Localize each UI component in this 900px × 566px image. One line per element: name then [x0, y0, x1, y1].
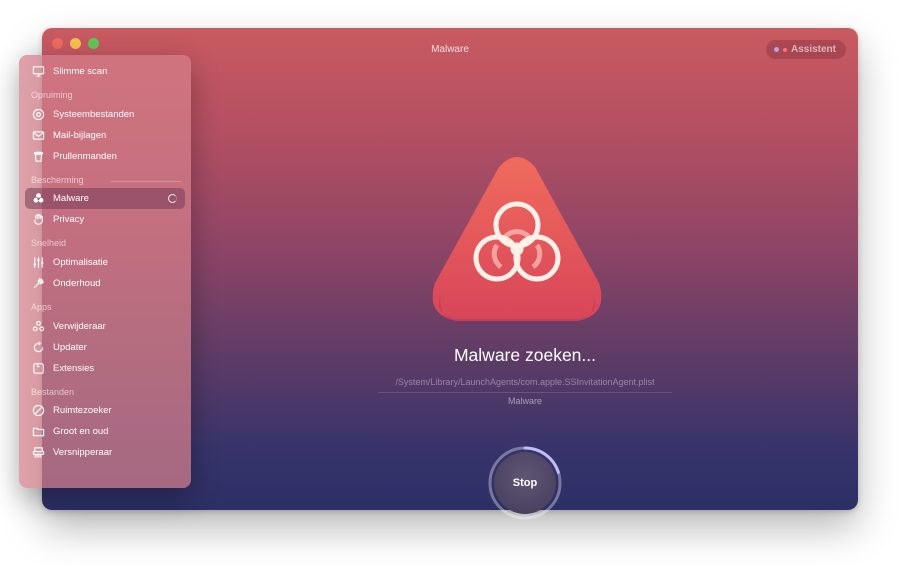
sidebar-item-label: Prullenmanden — [53, 151, 117, 162]
updater-icon — [31, 341, 45, 355]
stop-button[interactable]: Stop — [494, 452, 556, 514]
scan-progress-spinner-icon — [168, 194, 177, 203]
sidebar-item-mail-attachments[interactable]: Mail-bijlagen — [25, 125, 185, 146]
assistant-button[interactable]: Assistent — [765, 40, 846, 59]
window-title: Malware — [431, 44, 469, 55]
sidebar-item-space-lens[interactable]: Ruimtezoeker — [25, 400, 185, 421]
shredder-icon — [31, 446, 45, 460]
sidebar-item-label: Onderhoud — [53, 278, 101, 289]
sidebar-section-title: Snelheid — [31, 238, 67, 248]
sidebar-item-large-old-files[interactable]: Groot en oud — [25, 421, 185, 442]
sidebar-item-label: Systeembestanden — [53, 109, 135, 120]
assistant-label: Assistent — [790, 44, 836, 55]
sidebar-section-title: Opruiming — [31, 90, 73, 100]
sidebar-item-malware[interactable]: Malware — [25, 188, 185, 209]
section-divider — [111, 181, 181, 182]
biohazard-icon — [31, 192, 45, 206]
sidebar-item-label: Slimme scan — [53, 66, 108, 77]
space-lens-icon — [31, 404, 45, 418]
sidebar-item-label: Ruimtezoeker — [53, 405, 112, 416]
smart-scan-icon — [31, 65, 45, 79]
scan-module-label: Malware — [507, 396, 542, 406]
stop-button-container: Stop — [486, 444, 564, 522]
sidebar-item-label: Versnipperaar — [53, 447, 113, 458]
sidebar-item-updater[interactable]: Updater — [25, 337, 185, 358]
sliders-icon — [31, 256, 45, 270]
sidebar-item-label: Extensies — [53, 363, 95, 374]
assistant-dot-icon — [782, 47, 787, 52]
sidebar-item-privacy[interactable]: Privacy — [25, 209, 185, 230]
sidebar-item-label: Privacy — [53, 214, 85, 225]
sidebar-item-optimization[interactable]: Optimalisatie — [25, 252, 185, 273]
sidebar-item-system-junk[interactable]: Systeembestanden — [25, 104, 185, 125]
wrench-icon — [31, 277, 45, 291]
system-junk-icon — [31, 108, 45, 122]
sidebar-item-label: Updater — [53, 342, 87, 353]
assistant-dot-icon — [773, 47, 779, 52]
trash-icon — [31, 150, 45, 164]
sidebar-item-trash-bins[interactable]: Prullenmanden — [25, 146, 185, 167]
sidebar-section-title: Apps — [31, 302, 52, 312]
sidebar-item-shredder[interactable]: Versnipperaar — [25, 442, 185, 463]
sidebar-item-label: Groot en oud — [53, 426, 109, 437]
sidebar-item-label: Optimalisatie — [53, 257, 108, 268]
extensions-icon — [31, 362, 45, 376]
sidebar-item-extensions[interactable]: Extensies — [25, 358, 185, 379]
sidebar-section-title: Bescherming — [31, 175, 84, 185]
sidebar-item-label: Mail-bijlagen — [53, 130, 107, 141]
sidebar-item-label: Malware — [53, 193, 89, 204]
uninstaller-icon — [31, 320, 45, 334]
progress-divider — [378, 392, 672, 393]
folder-icon — [31, 425, 45, 439]
sidebar-item-maintenance[interactable]: Onderhoud — [25, 273, 185, 294]
sidebar-item-smart-scan[interactable]: Slimme scan — [25, 61, 185, 82]
scan-current-path: /System/Library/LaunchAgents/com.apple.S… — [395, 377, 655, 387]
scan-heading: Malware zoeken... — [453, 345, 596, 365]
mail-icon — [31, 129, 45, 143]
hand-icon — [31, 213, 45, 227]
sidebar-item-label: Verwijderaar — [53, 321, 106, 332]
sidebar-item-uninstaller[interactable]: Verwijderaar — [25, 316, 185, 337]
sidebar: Slimme scan Opruiming Systeembestanden M… — [19, 55, 191, 488]
sidebar-section-title: Bestanden — [31, 387, 75, 397]
malware-hero-icon — [427, 155, 607, 327]
